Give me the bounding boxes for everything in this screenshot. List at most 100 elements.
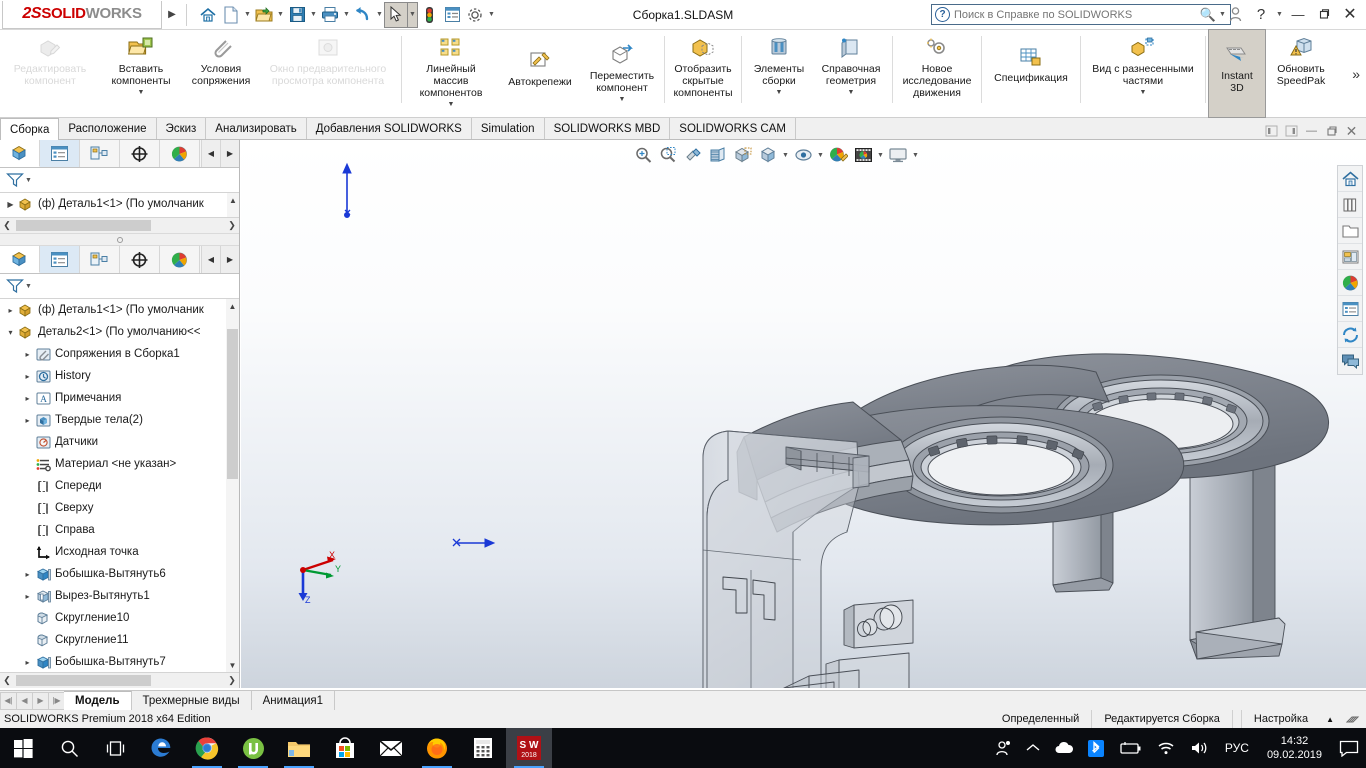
ribbon-edit-component[interactable]: Редактировать компонент (2, 30, 98, 117)
notification-icon[interactable] (1332, 728, 1366, 768)
gear-settings-icon[interactable] (464, 3, 486, 27)
ribbon-show-hidden-components[interactable]: Отобразить скрытые компоненты (668, 30, 738, 117)
tree-vertical-scrollbar[interactable]: ▲ ▼ (226, 299, 239, 672)
section-view-icon[interactable] (706, 144, 730, 166)
ribbon-caret-icon[interactable]: ▼ (776, 89, 783, 96)
solidworks-2018-icon[interactable]: S W 2018 (506, 728, 552, 768)
dimxpert-manager-tab-top[interactable] (120, 140, 160, 167)
tab-layout[interactable]: Расположение (59, 118, 157, 139)
open-folder-icon[interactable] (253, 3, 275, 27)
tab-evaluate[interactable]: Анализировать (206, 118, 307, 139)
search-icon[interactable] (46, 728, 92, 768)
undo-icon[interactable] (352, 3, 374, 27)
calculator-icon[interactable] (460, 728, 506, 768)
file-explorer-icon[interactable] (1338, 218, 1362, 244)
ribbon-mate[interactable]: Условия сопряжения (184, 30, 258, 117)
clock[interactable]: 14:32 09.02.2019 (1257, 728, 1332, 768)
minimize-doc-icon[interactable]: — (1303, 123, 1320, 139)
tree-twisty-icon[interactable]: ▶ (4, 200, 17, 209)
ribbon-assembly-features[interactable]: Элементы сборки ▼ (745, 30, 813, 117)
tree-node[interactable]: Спереди (0, 475, 239, 497)
hscroll-thumb[interactable] (16, 675, 151, 686)
feature-tree[interactable]: ▸ (ф) Деталь1<1> (По умолчаник ▾ Деталь2<… (0, 299, 239, 672)
gear-settings-caret-icon[interactable]: ▼ (487, 11, 496, 18)
tree-twisty-expanded-icon[interactable]: ▾ (4, 328, 17, 337)
people-icon[interactable] (988, 728, 1019, 768)
tree-horizontal-scrollbar-top[interactable]: ❮ ❯ (0, 217, 239, 233)
tree-node[interactable]: Скругление11 (0, 629, 239, 651)
tree-node-part1-top[interactable]: ▶ (ф) Деталь1<1> (По умолчаник (0, 193, 239, 215)
ribbon-component-preview[interactable]: Окно предварительного просмотра компонен… (258, 30, 398, 117)
apply-scene-icon[interactable] (851, 144, 875, 166)
tree-node[interactable]: Сверху (0, 497, 239, 519)
filter-bar-top[interactable]: ▼ (0, 168, 239, 193)
last-tab-icon[interactable]: |▶ (48, 691, 64, 710)
next-tab-icon[interactable]: ▶ (32, 691, 48, 710)
ribbon-caret-icon[interactable]: ▼ (619, 96, 626, 103)
view-settings-caret-icon[interactable]: ▼ (911, 152, 920, 159)
select-caret-icon[interactable]: ▼ (407, 1, 418, 28)
view-palette-icon[interactable] (1338, 244, 1362, 270)
scroll-left-icon[interactable]: ❮ (0, 220, 14, 231)
panel-scroll-right-icon[interactable]: ▶ (220, 246, 239, 273)
save-icon[interactable] (286, 3, 308, 27)
bottom-tab-model[interactable]: Модель (64, 691, 132, 710)
hide-show-items-icon[interactable] (791, 144, 815, 166)
solidworks-resources-icon[interactable] (1338, 348, 1362, 374)
ribbon-reference-geometry[interactable]: Справочная геометрия ▼ (813, 30, 889, 117)
tab-solidworks-mbd[interactable]: SOLIDWORKS MBD (544, 118, 671, 139)
vscroll-thumb[interactable] (227, 329, 238, 479)
bluetooth-icon[interactable] (1081, 728, 1111, 768)
tab-simulation[interactable]: Simulation (471, 118, 545, 139)
status-configuration[interactable]: Настройка (1240, 710, 1320, 728)
tree-node[interactable]: ▸ History (0, 365, 239, 387)
view-home-icon[interactable] (1338, 166, 1362, 192)
tree-horizontal-scrollbar[interactable]: ❮ ❯ (0, 672, 239, 688)
open-folder-caret-icon[interactable]: ▼ (276, 11, 285, 18)
filter-bar[interactable]: ▼ (0, 274, 239, 299)
hscroll-track[interactable] (14, 219, 225, 232)
custom-properties-icon[interactable] (1338, 296, 1362, 322)
configuration-manager-tab[interactable] (80, 246, 120, 273)
scroll-left-icon[interactable]: ❮ (0, 675, 14, 686)
chrome-browser-icon[interactable] (184, 728, 230, 768)
menu-expand-arrow-icon[interactable]: ▶ (162, 9, 182, 20)
zoom-to-fit-icon[interactable] (631, 144, 655, 166)
ribbon-instant-3d[interactable]: Instant 3D (1208, 29, 1266, 118)
property-manager-tab[interactable] (40, 246, 80, 273)
tree-node[interactable]: ▸ A Примечания (0, 387, 239, 409)
scroll-right-icon[interactable]: ❯ (225, 675, 239, 686)
scroll-up-icon[interactable]: ▲ (226, 299, 239, 313)
ribbon-exploded-view[interactable]: Вид с разнесенными частями ▼ (1084, 30, 1202, 117)
zoom-to-area-icon[interactable] (656, 144, 680, 166)
ribbon-update-speedpak[interactable]: Обновить SpeedPak (1265, 30, 1337, 117)
view-settings-icon[interactable] (886, 144, 910, 166)
tree-node[interactable]: ▾ Деталь2<1> (По умолчанию<< (0, 321, 239, 343)
wifi-icon[interactable] (1149, 728, 1183, 768)
ribbon-overflow-button[interactable]: » (1346, 30, 1366, 117)
close-doc-icon[interactable]: ✕ (1343, 123, 1360, 139)
filter-caret-icon[interactable]: ▼ (24, 177, 33, 184)
volume-icon[interactable] (1183, 728, 1217, 768)
bottom-tab-3d-views[interactable]: Трехмерные виды (131, 691, 252, 710)
solidworks-forum-icon[interactable] (1338, 322, 1362, 348)
dimxpert-manager-tab[interactable] (120, 246, 160, 273)
tree-node[interactable]: ▸ Твердые тела(2) (0, 409, 239, 431)
feature-manager-tree-tab-top[interactable] (0, 140, 40, 167)
prev-pane-icon[interactable] (1263, 123, 1280, 139)
resize-grip-icon[interactable] (1340, 710, 1366, 728)
print-caret-icon[interactable]: ▼ (342, 11, 351, 18)
ribbon-new-motion-study[interactable]: Новое исследование движения (896, 30, 978, 117)
status-caret-icon[interactable]: ▲ (1320, 710, 1340, 728)
task-view-icon[interactable] (92, 728, 138, 768)
file-explorer-icon[interactable] (276, 728, 322, 768)
windows-start-icon[interactable] (0, 728, 46, 768)
property-manager-tab-top[interactable] (40, 140, 80, 167)
tree-twisty-collapsed-icon[interactable]: ▸ (21, 658, 34, 667)
scroll-right-icon[interactable]: ❯ (225, 220, 239, 231)
ribbon-linear-pattern[interactable]: Линейный массив компонентов ▼ (405, 30, 497, 117)
tree-twisty-collapsed-icon[interactable]: ▸ (21, 592, 34, 601)
ribbon-smart-fasteners[interactable]: Автокрепежи (497, 30, 583, 117)
tree-node[interactable]: Справа (0, 519, 239, 541)
utorrent-icon[interactable] (230, 728, 276, 768)
